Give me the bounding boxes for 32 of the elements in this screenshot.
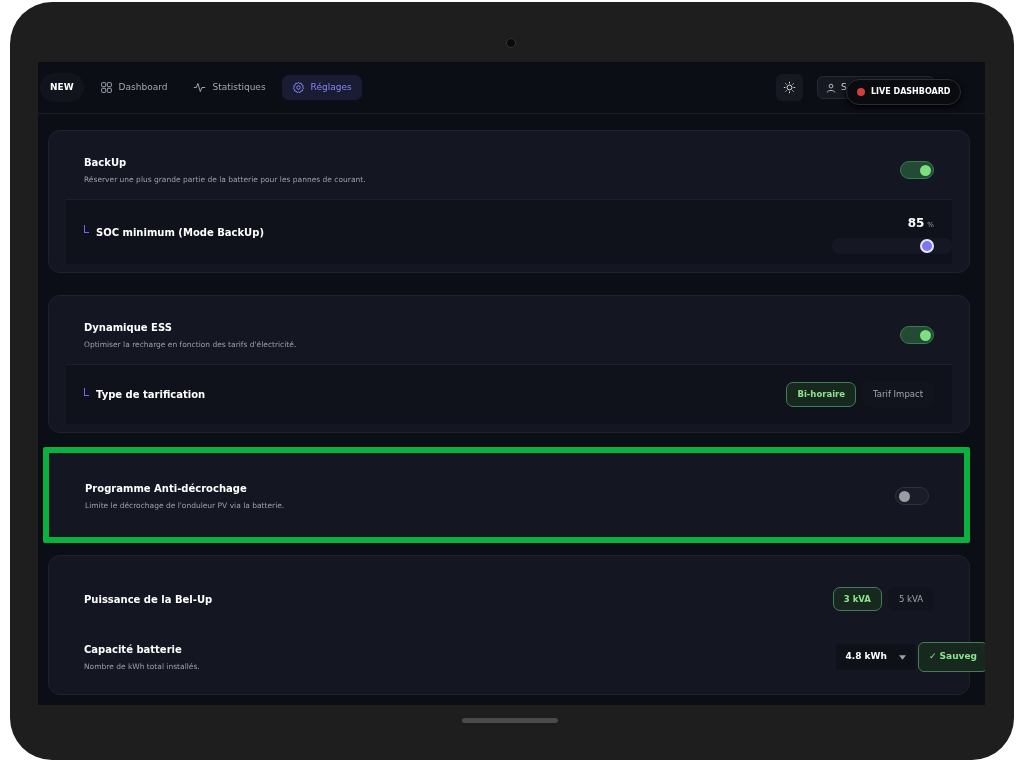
setting-title: Type de tarification	[96, 388, 206, 402]
setting-title: Puissance de la Bel-Up	[84, 592, 213, 607]
toggle-switch[interactable]	[900, 161, 934, 179]
setting-title: SOC minimum (Mode BackUp)	[96, 225, 264, 240]
option-button[interactable]: 5 kVA	[887, 586, 934, 612]
sun-icon	[783, 81, 796, 94]
new-badge: NEW	[40, 72, 84, 103]
gear-icon	[291, 81, 305, 94]
setting-title: Capacité batterie	[84, 642, 183, 657]
setting-title: Programme Anti-décrochage	[85, 481, 248, 496]
slider-value: 85	[907, 216, 925, 230]
caret-icon	[898, 654, 906, 660]
setting-title: Dynamique ESS	[84, 320, 173, 335]
capacity-select[interactable]: 4.8 kWh	[835, 644, 916, 670]
slider-track[interactable]	[832, 238, 952, 254]
nav-tab[interactable]: Réglages	[281, 74, 362, 101]
grid-icon	[99, 81, 113, 94]
camera-icon	[506, 38, 516, 48]
setting-title: BackUp	[84, 155, 128, 170]
user-icon	[826, 82, 836, 93]
live-dashboard-toast[interactable]: LIVE DASHBOARD	[846, 79, 962, 105]
toggle-switch[interactable]	[895, 487, 929, 505]
option-button[interactable]: 3 kVA	[832, 586, 882, 612]
recording-dot-icon	[857, 88, 865, 96]
save-button[interactable]: ✓ Sauveg	[917, 642, 985, 672]
nav-tab[interactable]: Dashboard	[89, 74, 178, 101]
theme-toggle-button[interactable]	[776, 74, 803, 101]
toggle-switch[interactable]	[900, 326, 934, 344]
pulse-icon	[193, 81, 207, 94]
slider-thumb[interactable]	[920, 239, 934, 253]
nav-tab[interactable]: Statistiques	[183, 74, 276, 101]
option-button[interactable]: Bi-horaire	[786, 382, 857, 407]
